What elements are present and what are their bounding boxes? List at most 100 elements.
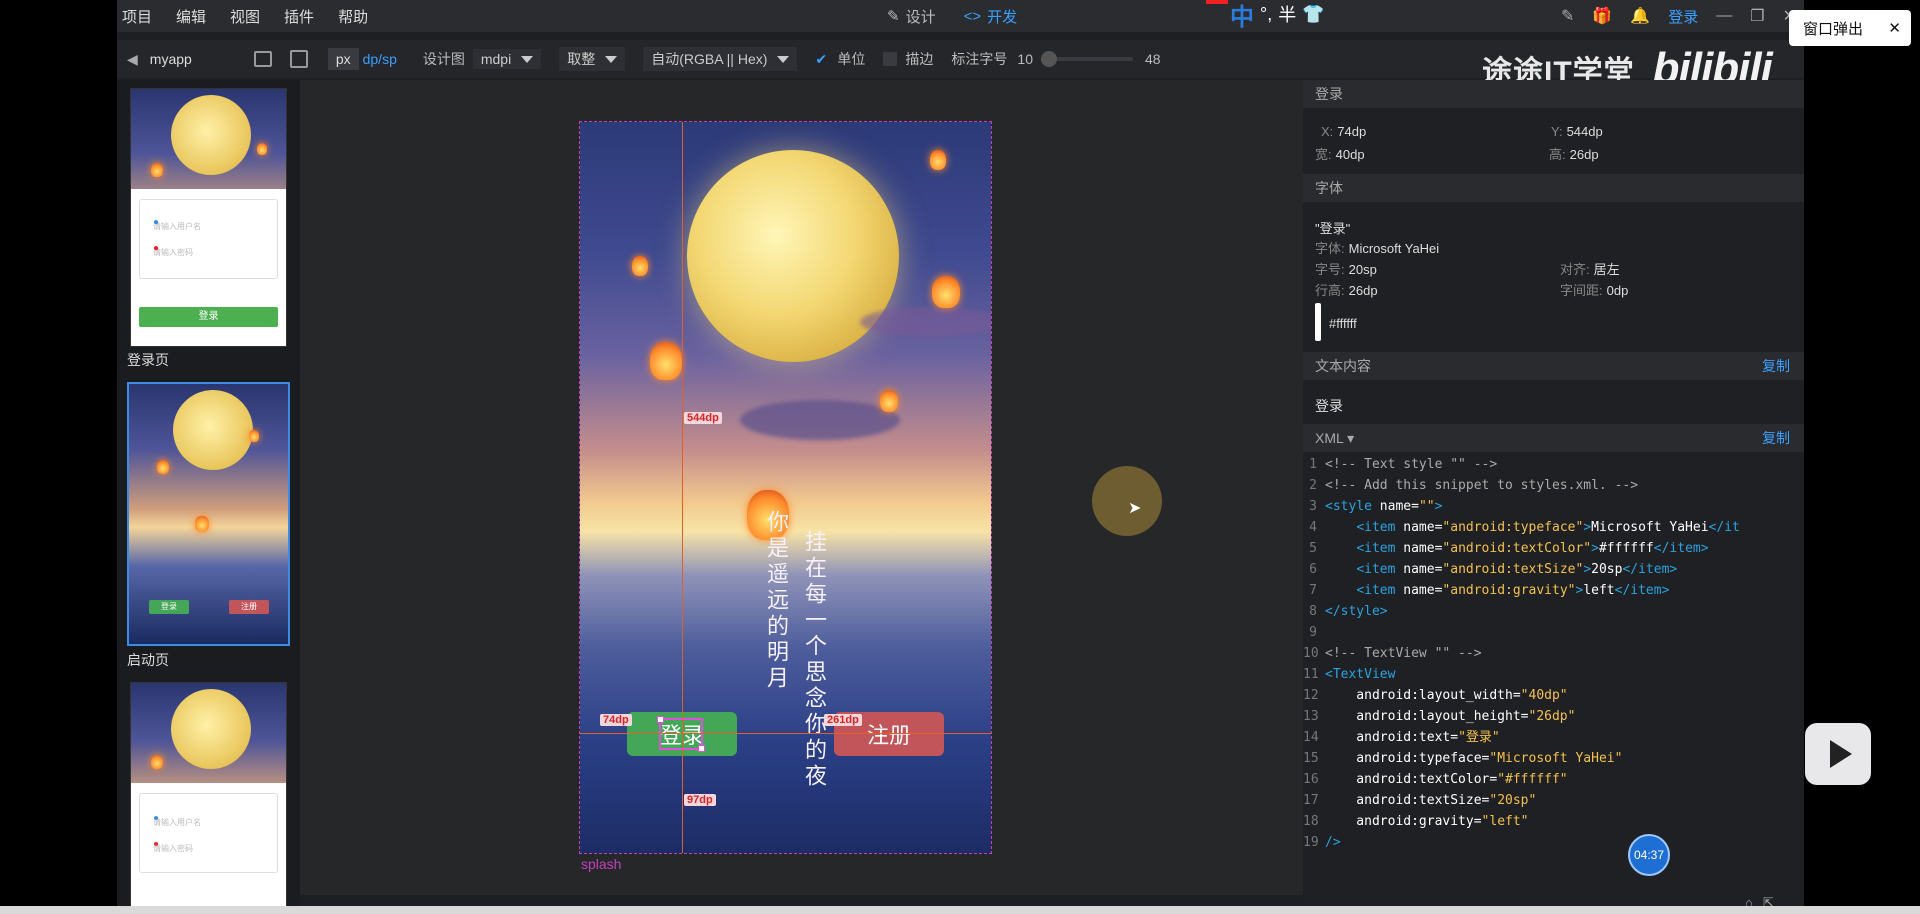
rounding-select[interactable]: 取整: [559, 47, 626, 71]
back-icon[interactable]: ◀: [127, 40, 138, 78]
page-label-login[interactable]: 登录页: [127, 350, 169, 370]
stroke-checkbox[interactable]: 描边: [883, 49, 933, 69]
code-line: 14 android:text="登录": [1303, 727, 1804, 748]
login-card: [139, 199, 278, 279]
code-line: 12 android:layout_width="40dp": [1303, 685, 1804, 706]
stroke-checkbox-label: 描边: [905, 51, 934, 67]
code-line: 16 android:textColor="#ffffff": [1303, 769, 1804, 790]
menu-plugins[interactable]: 插件: [272, 6, 326, 27]
unit-dp-button[interactable]: dp/sp: [359, 48, 405, 70]
line-number: 3: [1309, 499, 1317, 514]
line-number: 9: [1309, 625, 1317, 640]
gift-icon[interactable]: 🎁: [1592, 6, 1612, 26]
color-hex-value[interactable]: #ffffff: [1329, 316, 1357, 331]
tab-develop[interactable]: <> 开发: [964, 6, 1018, 27]
page-thumb-third[interactable]: ● ● 请输入用户名 请输入密码: [130, 682, 287, 914]
line-number: 13: [1303, 709, 1319, 724]
prop-font-face: 字体: Microsoft YaHei: [1315, 241, 1440, 256]
save-icon[interactable]: [253, 51, 272, 67]
prop-font-size-value: 20sp: [1348, 262, 1377, 277]
line-number: 10: [1303, 646, 1319, 661]
code-line: 3 <style name="">: [1303, 496, 1804, 517]
play-icon[interactable]: [1805, 723, 1871, 785]
poem-line-1: 你是遥远的明月: [763, 510, 788, 692]
code-line: 8 </style>: [1303, 601, 1804, 622]
user-icon: ●: [153, 217, 160, 228]
code-line: 17 android:textSize="20sp": [1303, 790, 1804, 811]
poem-line-2: 挂在每一个思念你的夜: [801, 530, 826, 790]
cursor-highlight: [1092, 466, 1162, 536]
prop-align: 对齐: 居左: [1560, 262, 1620, 277]
moon-image: [173, 390, 253, 470]
ime-lang[interactable]: 中: [1230, 0, 1254, 32]
xml-format-select[interactable]: XML ▾: [1315, 430, 1354, 447]
app-window: 项目 编辑 视图 插件 帮助 ✎ 设计 <> 开发 中 °, 半 👕 ✎ 🎁 🔔…: [117, 0, 1804, 914]
copy-xml-button[interactable]: 复制: [1762, 428, 1790, 448]
brush-icon[interactable]: ✎: [1561, 6, 1574, 26]
xml-code-block[interactable]: 1 <!-- Text style "" --> 2 <!-- Add this sn…: [1303, 454, 1804, 853]
section-login-title: 登录: [1315, 86, 1343, 102]
page-thumb-login[interactable]: 请输入用户名 请输入密码 ● ● 登录: [130, 88, 287, 347]
ime-half[interactable]: 半: [1278, 1, 1296, 27]
key-icon: ●: [153, 243, 160, 254]
font-size-min: 10: [1017, 51, 1033, 67]
code-text: <style name="">: [1325, 499, 1443, 514]
units-checkbox-label: 单位: [837, 51, 866, 67]
bottom-strip: [0, 906, 1920, 914]
lantern-image: [195, 516, 209, 532]
unit-px-button[interactable]: px: [327, 48, 359, 70]
units-checkbox[interactable]: ✔ 单位: [815, 49, 865, 69]
prop-height-value: 26dp: [1569, 147, 1599, 162]
line-number: 12: [1303, 688, 1319, 703]
color-format-select[interactable]: 自动(RGBA || Hex): [643, 47, 798, 71]
selection-box[interactable]: [657, 716, 705, 752]
maximize-icon[interactable]: ❐: [1750, 6, 1764, 26]
section-login-header: 登录: [1303, 80, 1804, 108]
code-line: 1 <!-- Text style "" -->: [1303, 454, 1804, 475]
slider-knob[interactable]: [1040, 51, 1057, 67]
measure-right: 261dp: [824, 714, 862, 726]
artboard-name[interactable]: splash: [581, 856, 621, 872]
line-number: 1: [1309, 457, 1317, 472]
page-thumb-splash[interactable]: 登录 注册: [127, 382, 290, 646]
bell-icon[interactable]: 🔔: [1630, 6, 1650, 26]
menu-edit[interactable]: 编辑: [164, 6, 218, 27]
line-number: 7: [1309, 583, 1317, 598]
code-text: <item name="android:gravity">left</item>: [1356, 583, 1670, 598]
prop-y-value: 544dp: [1566, 124, 1603, 139]
guide-horizontal: [580, 733, 991, 734]
artboard-splash[interactable]: 挂在每一个思念你的夜 你是遥远的明月 登录 注册 544dp 74dp 261d…: [579, 121, 992, 854]
login-link[interactable]: 登录: [1668, 6, 1698, 27]
video-timestamp: 04:37: [1628, 834, 1670, 876]
lantern-image: [151, 755, 163, 769]
page-label-splash[interactable]: 启动页: [127, 650, 169, 670]
chevron-down-icon: [605, 55, 618, 63]
guide-vertical: [682, 122, 683, 853]
thumb-login-button: 登录: [139, 307, 278, 327]
code-text: android:text="登录": [1325, 730, 1500, 745]
project-name[interactable]: myapp: [150, 40, 192, 78]
measure-left: 74dp: [600, 714, 632, 726]
close-icon[interactable]: ✕: [1888, 19, 1901, 37]
tab-design[interactable]: ✎ 设计: [887, 6, 936, 27]
login-card: [139, 793, 278, 873]
export-icon[interactable]: [289, 50, 308, 68]
shirt-icon[interactable]: 👕: [1302, 4, 1324, 25]
lantern-image: [932, 276, 960, 308]
color-swatch[interactable]: [1315, 303, 1321, 341]
code-text: android:textColor="#ffffff": [1325, 772, 1568, 787]
window-popup-button[interactable]: 窗口弹出 ✕: [1789, 10, 1911, 46]
menu-help[interactable]: 帮助: [326, 6, 380, 27]
menu-project[interactable]: 项目: [117, 6, 164, 27]
moon-image: [171, 95, 251, 175]
code-text: android:layout_width="40dp": [1325, 688, 1568, 703]
code-text: <item name="android:textSize">20sp</item…: [1356, 562, 1678, 577]
lantern-image: [249, 430, 259, 442]
font-size-slider[interactable]: [1040, 51, 1133, 67]
menu-view[interactable]: 视图: [218, 6, 272, 27]
density-select[interactable]: mdpi: [472, 49, 542, 69]
copy-text-button[interactable]: 复制: [1762, 356, 1790, 376]
ime-punct[interactable]: °,: [1260, 4, 1272, 25]
code-line: 9: [1303, 622, 1804, 643]
minimize-icon[interactable]: —: [1716, 7, 1732, 25]
